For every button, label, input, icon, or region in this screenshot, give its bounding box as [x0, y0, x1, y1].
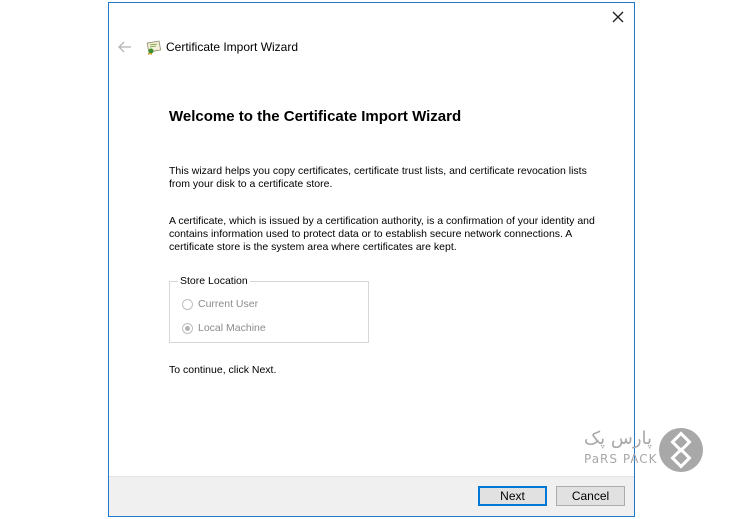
wizard-footer: Next Cancel	[109, 476, 634, 516]
parspack-watermark: پارس پک PaRS PACK	[578, 424, 708, 474]
intro-paragraph: This wizard helps you copy certificates,…	[169, 165, 587, 190]
watermark-latin-text: PaRS PACK	[584, 452, 658, 466]
local-machine-option[interactable]: Local Machine	[182, 321, 266, 335]
back-arrow-icon[interactable]	[117, 39, 133, 55]
watermark-persian-text: پارس پک	[584, 428, 653, 449]
certificate-icon	[146, 40, 162, 55]
close-icon[interactable]	[610, 9, 626, 25]
window-title: Certificate Import Wizard	[166, 40, 299, 54]
parspack-logo-icon	[659, 428, 703, 472]
continue-instruction: To continue, click Next.	[169, 364, 277, 376]
store-location-legend: Store Location	[178, 275, 250, 287]
local-machine-label: Local Machine	[198, 322, 266, 334]
next-button[interactable]: Next	[478, 486, 547, 506]
cancel-button[interactable]: Cancel	[556, 486, 625, 506]
current-user-label: Current User	[198, 298, 259, 310]
local-machine-radio[interactable]	[182, 322, 193, 334]
page-heading: Welcome to the Certificate Import Wizard	[169, 108, 462, 125]
current-user-option[interactable]: Current User	[182, 297, 258, 311]
certificate-import-wizard-window: Certificate Import Wizard Welcome to the…	[108, 2, 635, 517]
current-user-radio[interactable]	[182, 298, 193, 310]
store-location-group: Store Location Current User Local Machin…	[169, 275, 369, 343]
certificate-description-paragraph: A certificate, which is issued by a cert…	[169, 215, 595, 253]
